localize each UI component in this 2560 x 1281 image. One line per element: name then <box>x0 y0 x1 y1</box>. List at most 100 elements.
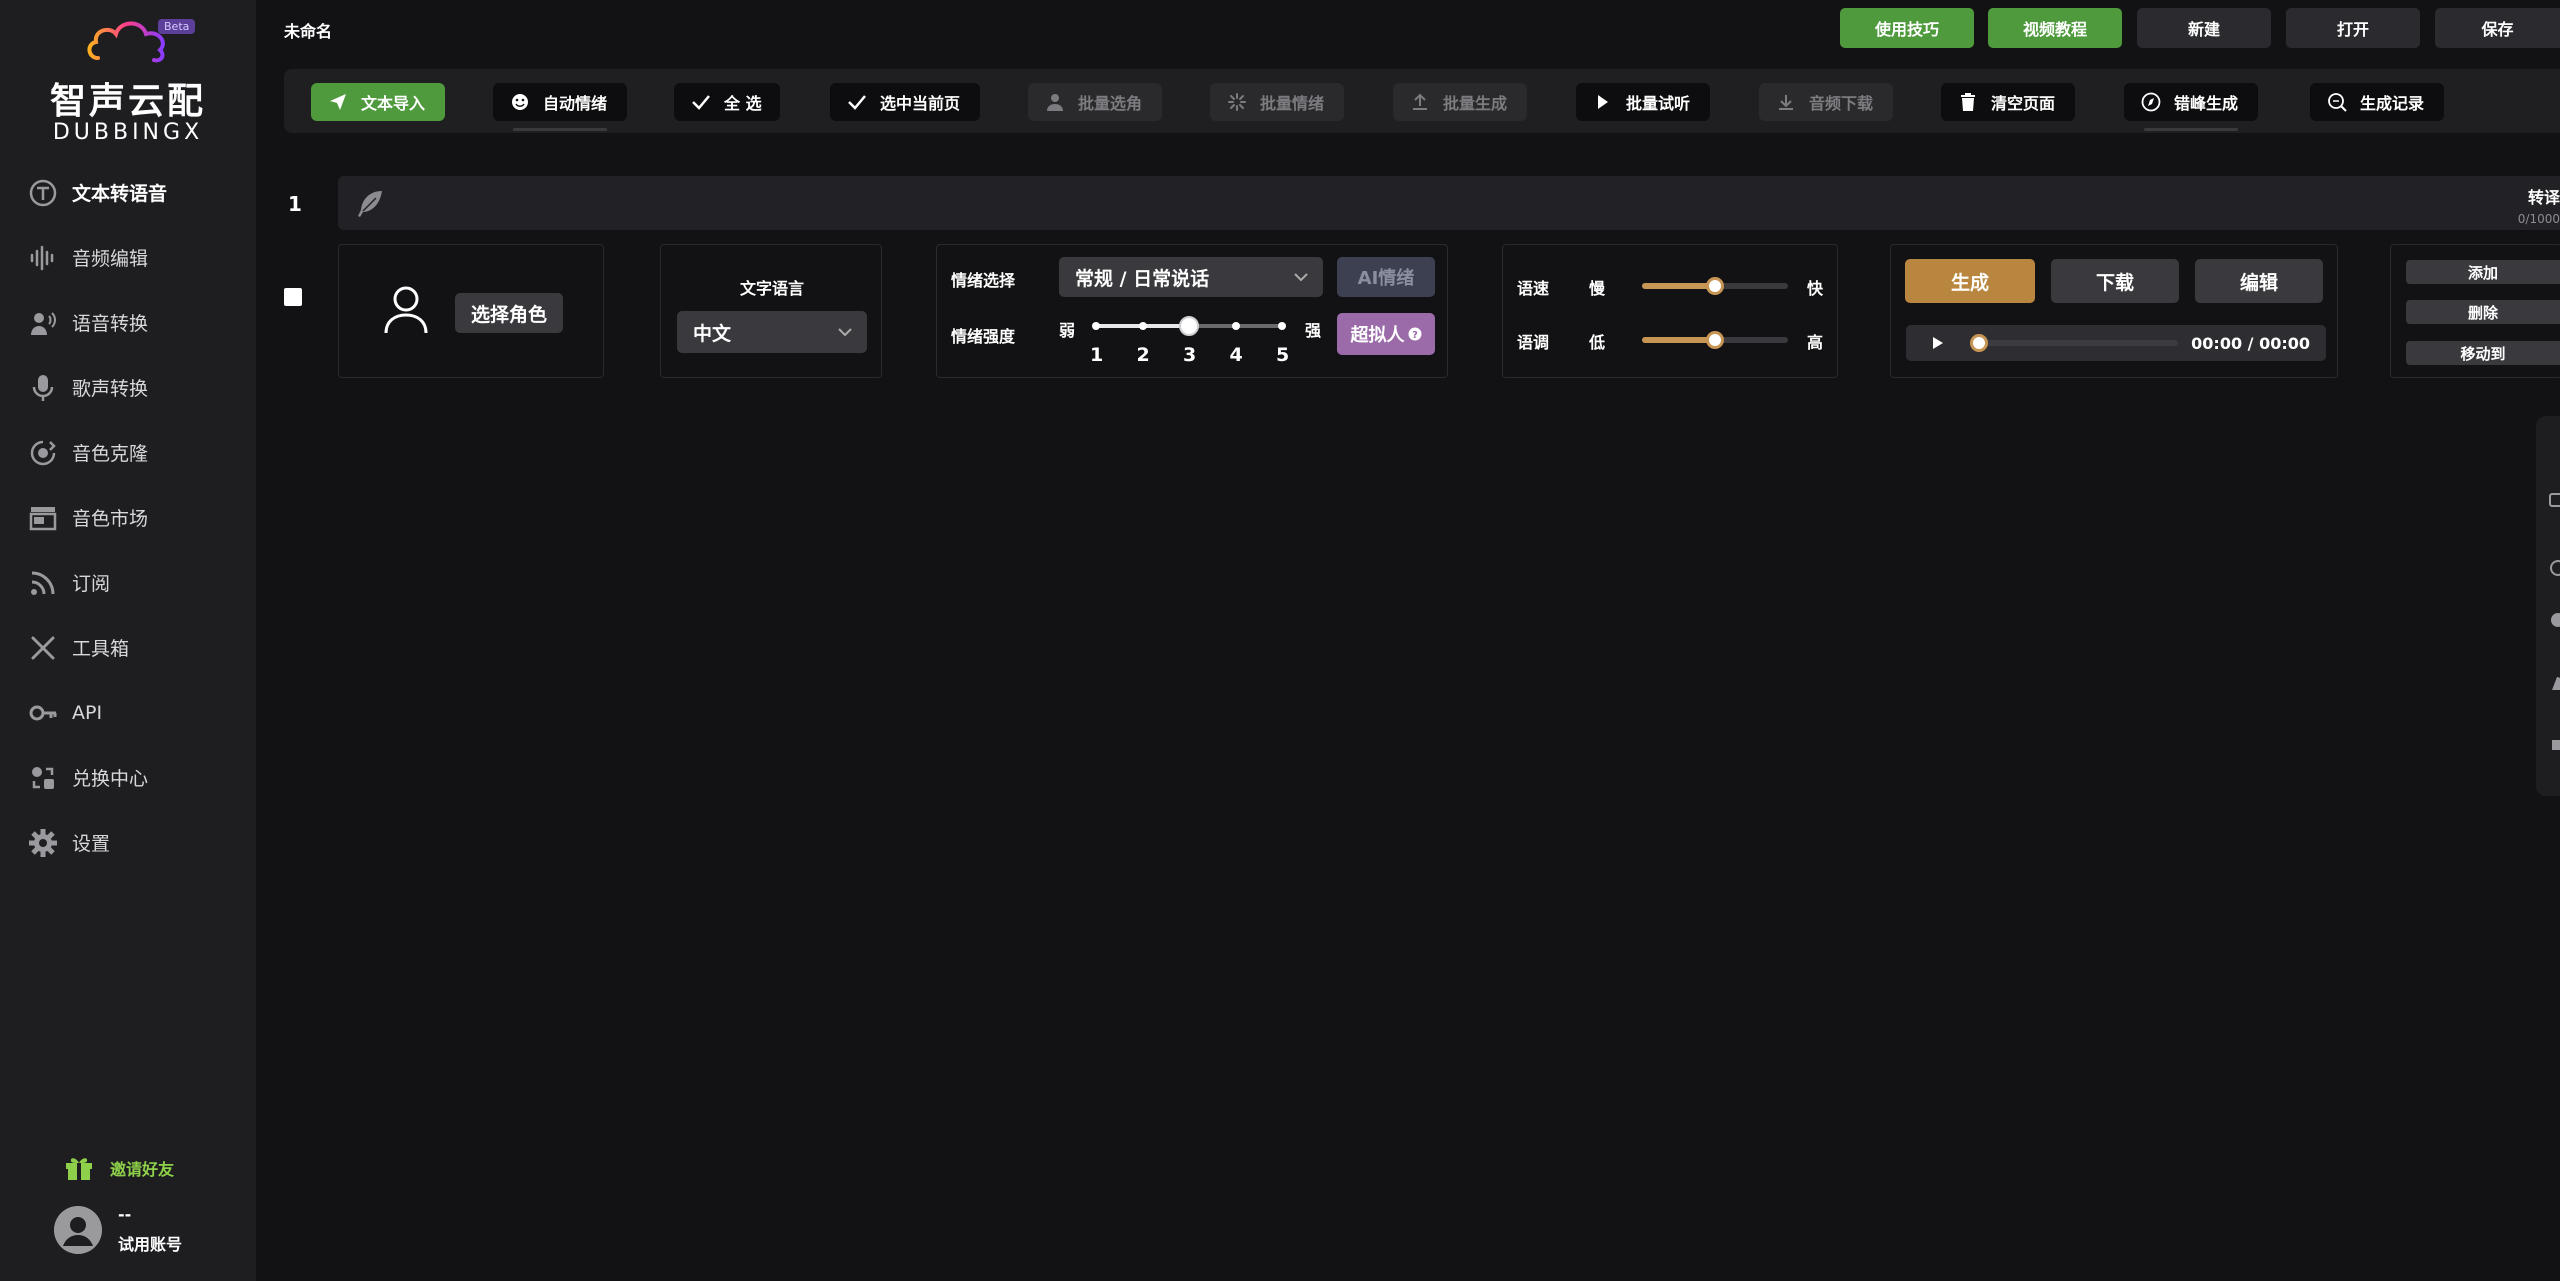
text-import-button[interactable]: 文本导入 <box>311 83 445 121</box>
audio-player: 00:00 / 00:00 <box>1906 325 2326 361</box>
batch-generate-label: 批量生成 <box>1443 94 1508 113</box>
exchange-icon <box>26 761 60 795</box>
batch-generate-button[interactable]: 批量生成 <box>1393 83 1527 121</box>
high-label: 高 <box>1807 333 1824 352</box>
emotion-strength-dot[interactable] <box>1138 322 1147 330</box>
select-current-page-button[interactable]: 选中当前页 <box>830 83 980 121</box>
svg-text:?: ? <box>1412 330 1418 341</box>
sidebar-item-voice-market[interactable]: 音色市场 <box>0 485 256 550</box>
clear-page-button[interactable]: 清空页面 <box>1941 83 2075 121</box>
smile-icon <box>509 93 531 111</box>
add-button[interactable]: 添加 <box>2406 260 2560 284</box>
save-button[interactable]: 保存 <box>2435 8 2560 48</box>
play-icon <box>1592 94 1614 110</box>
robot-icon[interactable] <box>2548 490 2560 510</box>
emotion-strength-dot[interactable] <box>1092 322 1100 330</box>
batch-role-label: 批量选角 <box>1078 94 1143 113</box>
invite-friends-link[interactable]: 邀请好友 <box>64 1155 174 1181</box>
emotion-strength-dot[interactable] <box>1231 322 1240 330</box>
row-checkbox[interactable] <box>284 288 302 306</box>
sidebar-item-api[interactable]: API <box>0 680 256 745</box>
beta-badge: Beta <box>158 19 196 34</box>
batch-preview-button[interactable]: 批量试听 <box>1576 83 1710 121</box>
avatar <box>54 1206 102 1254</box>
sidebar-item-audio-edit[interactable]: 音频编辑 <box>0 225 256 290</box>
edit-button[interactable]: 编辑 <box>2195 259 2323 303</box>
role-panel: 选择角色 <box>338 244 604 378</box>
sidebar-item-label: 语音转换 <box>72 313 149 335</box>
batch-role-button[interactable]: 批量选角 <box>1028 83 1162 121</box>
staggered-generate-button[interactable]: 错峰生成 <box>2124 83 2258 121</box>
text-import-label: 文本导入 <box>361 94 426 113</box>
select-role-button[interactable]: 选择角色 <box>455 293 563 333</box>
sidebar-item-toolbox[interactable]: 工具箱 <box>0 615 256 680</box>
chat-icon[interactable] <box>2548 610 2560 630</box>
pitch-fill <box>1642 337 1715 343</box>
text-input[interactable]: 转译 0/1000 <box>338 176 2560 230</box>
audio-progress-track[interactable] <box>1978 340 2178 346</box>
speed-knob[interactable] <box>1706 277 1724 295</box>
sidebar-item-subscribe[interactable]: 订阅 <box>0 550 256 615</box>
speed-pitch-panel: 语速 慢 快 语调 低 高 <box>1502 244 1838 378</box>
emotion-strength-label: 情绪强度 <box>951 327 1016 346</box>
select-all-button[interactable]: 全 选 <box>674 83 780 121</box>
generate-button[interactable]: 生成 <box>1905 259 2035 303</box>
audio-progress-knob[interactable] <box>1970 334 1988 352</box>
sidebar-item-label: 兑换中心 <box>72 768 149 790</box>
super-human-button[interactable]: 超拟人 ? <box>1337 313 1435 355</box>
sidebar-item-label: 订阅 <box>72 573 111 595</box>
translate-button[interactable]: 转译 <box>2518 184 2560 208</box>
open-button[interactable]: 打开 <box>2286 8 2420 48</box>
sidebar: Beta 智声云配 DUBBINGX 文本转语音 音频编辑 语音转换 歌声转换 … <box>0 0 256 1281</box>
pitch-slider[interactable] <box>1642 331 1788 349</box>
tips-button[interactable]: 使用技巧 <box>1840 8 1974 48</box>
batch-emotion-button[interactable]: 批量情绪 <box>1210 83 1344 121</box>
auto-emotion-button[interactable]: 自动情绪 <box>493 83 627 121</box>
select-page-label: 选中当前页 <box>880 94 961 113</box>
new-button[interactable]: 新建 <box>2137 8 2271 48</box>
sidebar-item-exchange[interactable]: 兑换中心 <box>0 745 256 810</box>
fast-label: 快 <box>1807 279 1824 298</box>
feedback-icon[interactable] <box>2548 734 2560 754</box>
key-icon <box>26 696 60 730</box>
emotion-strength-slider[interactable] <box>1092 316 1286 336</box>
emotion-strength-tick: 5 <box>1276 344 1290 366</box>
compass-icon <box>2140 92 2162 112</box>
emotion-strength-knob[interactable] <box>1179 316 1199 336</box>
toolbar: 文本导入 自动情绪 全 选 选中当前页 批量选角 批量情绪 批量生成 批量试听 … <box>284 69 2560 133</box>
audio-download-button[interactable]: 音频下载 <box>1759 83 1893 121</box>
bell-icon[interactable] <box>2548 674 2560 694</box>
text-language-select[interactable]: 中文 <box>677 311 867 353</box>
user-icon <box>1044 93 1066 111</box>
audio-download-label: 音频下载 <box>1809 94 1874 113</box>
logo[interactable]: Beta 智声云配 DUBBINGX <box>0 14 256 145</box>
move-to-button[interactable]: 移动到 <box>2406 341 2560 365</box>
play-icon[interactable] <box>1932 336 1944 350</box>
clear-page-label: 清空页面 <box>1991 94 2056 113</box>
sidebar-item-tts[interactable]: 文本转语音 <box>0 160 256 225</box>
tools-icon <box>26 631 60 665</box>
history-button[interactable]: 生成记录 <box>2310 83 2444 121</box>
chevron-down-icon <box>838 328 852 337</box>
sidebar-item-sing-convert[interactable]: 歌声转换 <box>0 355 256 420</box>
download-button[interactable]: 下载 <box>2051 259 2179 303</box>
sidebar-item-voice-clone[interactable]: 音色克隆 <box>0 420 256 485</box>
service-icon[interactable] <box>2548 558 2560 578</box>
ai-emotion-button[interactable]: AI情绪 <box>1337 257 1435 297</box>
emotion-value: 常规 / 日常说话 <box>1075 267 1210 290</box>
account[interactable]: -- 试用账号 <box>54 1200 182 1260</box>
emotion-strength-dot[interactable] <box>1278 322 1286 330</box>
check-icon <box>690 94 712 110</box>
speed-slider[interactable] <box>1642 277 1788 295</box>
delete-button[interactable]: 删除 <box>2406 300 2560 324</box>
history-label: 生成记录 <box>2360 94 2425 113</box>
tts-icon <box>26 176 60 210</box>
pitch-knob[interactable] <box>1706 331 1724 349</box>
sidebar-item-voice-convert[interactable]: 语音转换 <box>0 290 256 355</box>
emotion-select[interactable]: 常规 / 日常说话 <box>1059 257 1323 297</box>
emotion-strength-tick: 2 <box>1136 344 1150 366</box>
video-tutorial-button[interactable]: 视频教程 <box>1988 8 2122 48</box>
floating-tool-strip <box>2536 416 2560 796</box>
project-title[interactable]: 未命名 <box>284 18 332 42</box>
sidebar-item-settings[interactable]: 设置 <box>0 810 256 875</box>
